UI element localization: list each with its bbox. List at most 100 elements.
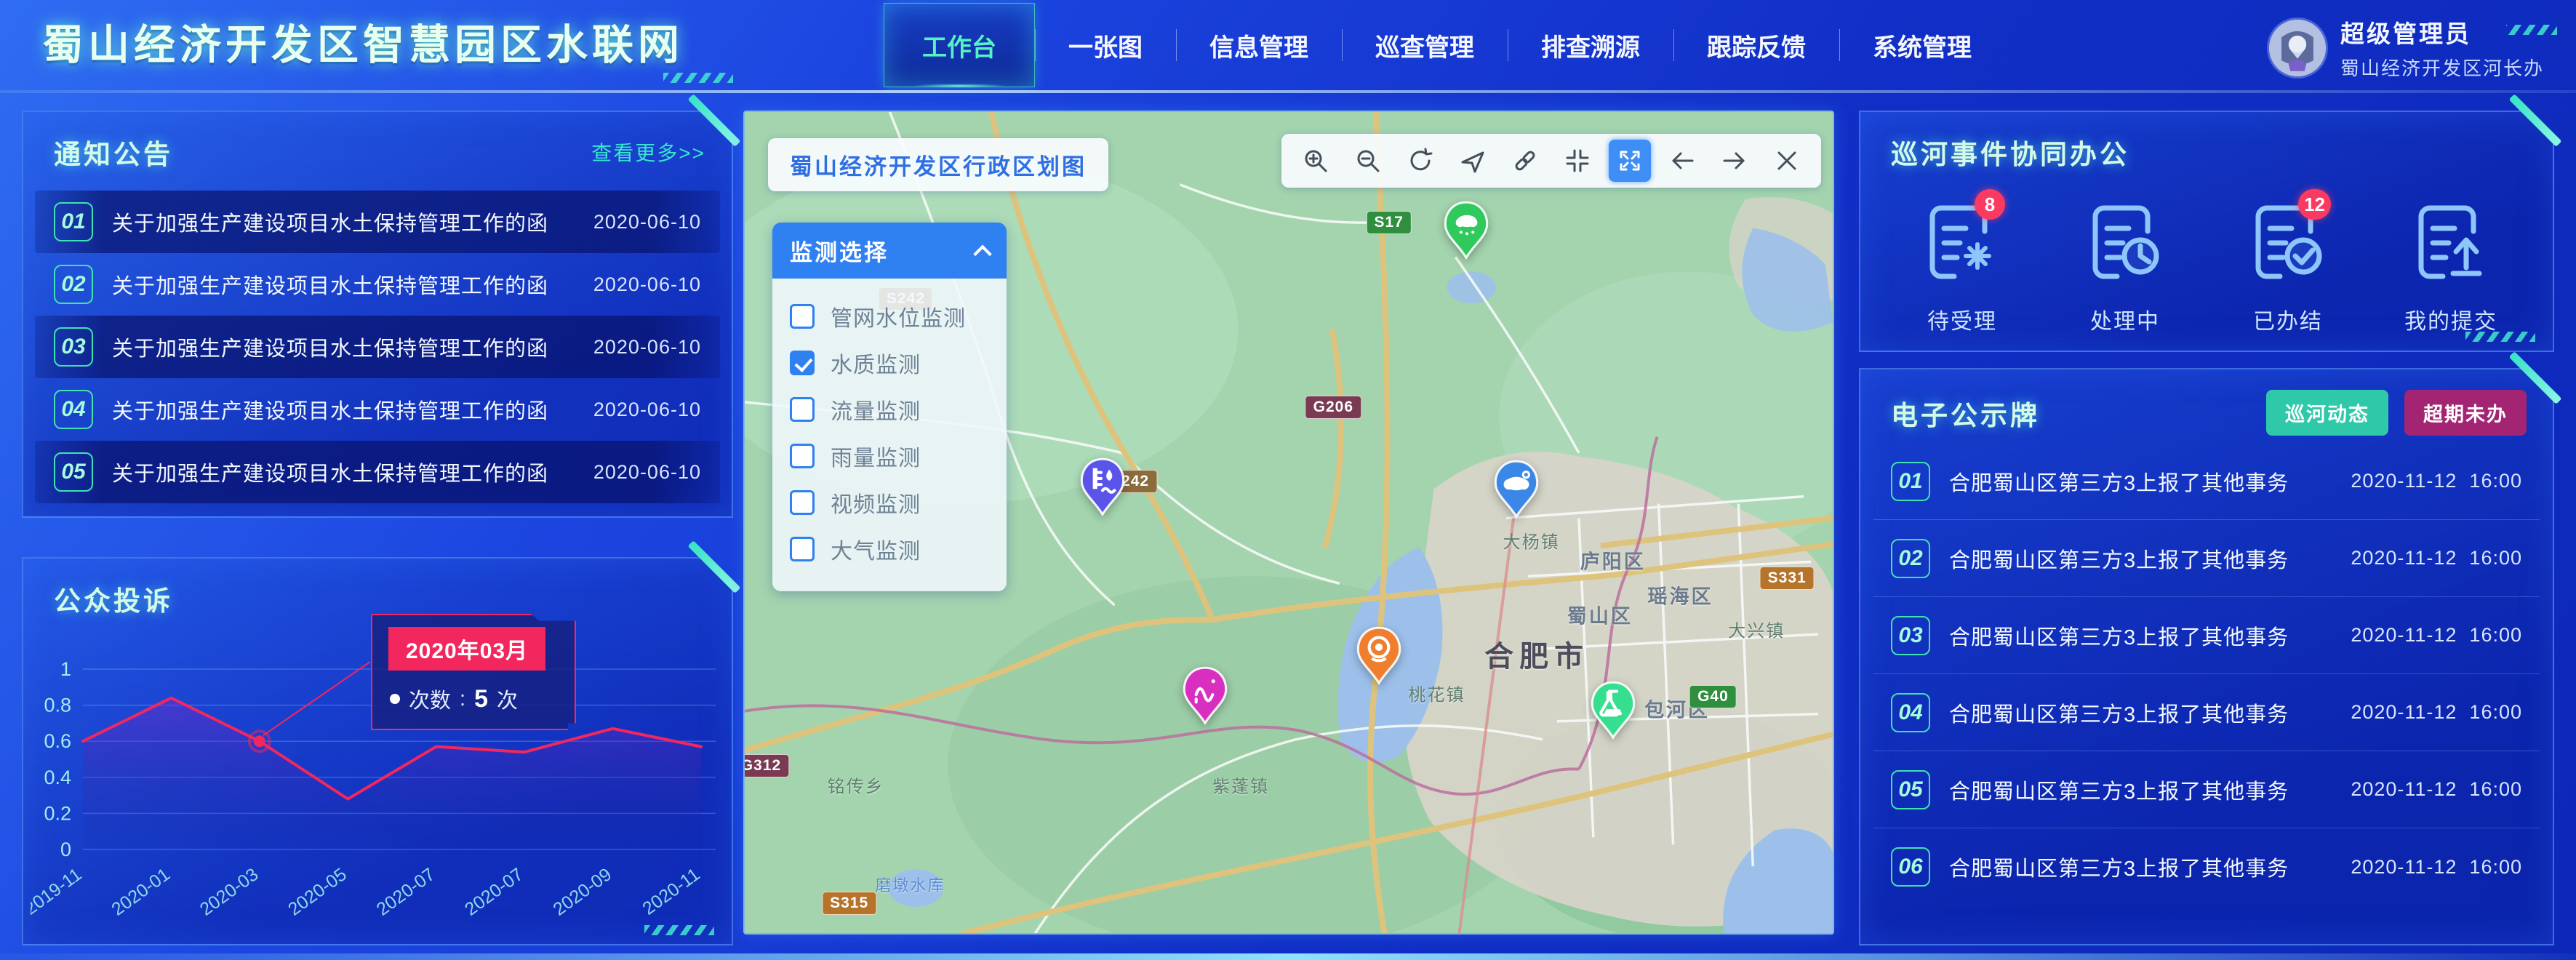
map-label: 磨墩水库 <box>875 873 945 896</box>
bulletin-row[interactable]: 06 合肥蜀山区第三方3上报了其他事务 2020-11-12 16:00 <box>1873 828 2540 905</box>
zoom-in-icon <box>1301 146 1330 175</box>
layer-list: 管网水位监测 水质监测 流量监测 雨量监测 视频监测 大气监测 <box>772 279 1007 591</box>
notice-row[interactable]: 05 关于加强生产建设项目水土保持管理工作的函 2020-06-10 <box>35 441 720 503</box>
bulletin-number: 06 <box>1891 847 1930 887</box>
notice-text: 关于加强生产建设项目水土保持管理工作的函 <box>112 457 548 487</box>
notice-row[interactable]: 04 关于加强生产建设项目水土保持管理工作的函 2020-06-10 <box>35 378 720 441</box>
notice-date: 2020-06-10 <box>593 461 701 484</box>
link-button[interactable] <box>1504 140 1546 182</box>
view-more-link[interactable]: 查看更多>> <box>591 137 705 167</box>
nav-tab-1[interactable]: 工作台 <box>884 3 1035 87</box>
tooltip-title: 2020年03月 <box>388 627 545 671</box>
compress-button[interactable] <box>1556 140 1599 182</box>
map-label: 大兴镇 <box>1728 617 1785 642</box>
zoom-out-icon <box>1353 146 1383 175</box>
svg-text:1: 1 <box>60 658 71 680</box>
event-shortcut-3[interactable]: 12 已办结 <box>2226 199 2350 335</box>
event-shortcut-4[interactable]: 我的提交 <box>2389 199 2513 335</box>
layer-label: 视频监测 <box>831 487 921 519</box>
doc-submit-icon <box>2408 199 2494 285</box>
layer-option[interactable]: 管网水位监测 <box>790 293 989 340</box>
layer-option[interactable]: 视频监测 <box>790 479 989 526</box>
notice-row[interactable]: 01 关于加强生产建设项目水土保持管理工作的函 2020-06-10 <box>35 191 720 253</box>
layer-option[interactable]: 流量监测 <box>790 386 989 433</box>
notice-number: 03 <box>54 327 93 367</box>
expand-button[interactable] <box>1609 140 1651 182</box>
nav-tab-4[interactable]: 巡查管理 <box>1342 0 1508 90</box>
checkbox-checked[interactable] <box>790 351 815 375</box>
rain-marker[interactable] <box>1442 201 1490 265</box>
checkbox[interactable] <box>790 444 815 468</box>
arrow-right-button[interactable] <box>1713 140 1756 182</box>
bulletin-text: 合肥蜀山区第三方3上报了其他事务 <box>1949 697 2289 728</box>
checkbox[interactable] <box>790 490 815 515</box>
bulletin-row[interactable]: 05 合肥蜀山区第三方3上报了其他事务 2020-11-12 16:00 <box>1873 751 2540 828</box>
nav-tab-7[interactable]: 系统管理 <box>1839 0 2005 90</box>
checkbox[interactable] <box>790 304 815 329</box>
bulletin-row[interactable]: 01 合肥蜀山区第三方3上报了其他事务 2020-11-12 16:00 <box>1873 443 2540 520</box>
bulletin-text: 合肥蜀山区第三方3上报了其他事务 <box>1949 852 2289 882</box>
app-title: 蜀山经济开发区智慧园区水联网 <box>42 0 684 90</box>
nav-tab-3[interactable]: 信息管理 <box>1176 0 1342 90</box>
video-marker[interactable] <box>1355 626 1403 689</box>
decor-hatch <box>2465 332 2535 342</box>
patrol-dynamics-button[interactable]: 巡河动态 <box>2266 390 2388 436</box>
map-label: 大杨镇 <box>1503 528 1560 553</box>
bulletin-panel: 电子公示牌 巡河动态超期未办 01 合肥蜀山区第三方3上报了其他事务 2020-… <box>1859 368 2554 945</box>
zoom-out-button[interactable] <box>1347 140 1389 182</box>
atmosphere-marker[interactable] <box>1492 460 1540 523</box>
overdue-button[interactable]: 超期未办 <box>2404 390 2527 436</box>
bulletin-row[interactable]: 03 合肥蜀山区第三方3上报了其他事务 2020-11-12 16:00 <box>1873 597 2540 674</box>
road-badge: S315 <box>822 892 876 915</box>
layer-label: 雨量监测 <box>831 440 921 472</box>
refresh-button[interactable] <box>1399 140 1441 182</box>
map-panel[interactable]: 合肥市庐阳区瑶海区蜀山区包河区大杨镇桃花镇紫蓬镇铭传乡大兴镇磨墩水库 S242S… <box>743 111 1834 935</box>
bulletin-row[interactable]: 02 合肥蜀山区第三方3上报了其他事务 2020-11-12 16:00 <box>1873 520 2540 597</box>
navigate-button[interactable] <box>1452 140 1494 182</box>
layer-option[interactable]: 水质监测 <box>790 340 989 386</box>
event-label: 我的提交 <box>2389 303 2513 335</box>
nav-tab-6[interactable]: 跟踪反馈 <box>1673 0 1839 90</box>
bulletin-text: 合肥蜀山区第三方3上报了其他事务 <box>1949 543 2289 574</box>
event-shortcuts: 8 待受理 处理中 12 已办结 我的提交 <box>1859 199 2554 335</box>
svg-text:2019-11: 2019-11 <box>31 864 86 919</box>
map-label: 庐阳区 <box>1580 546 1646 575</box>
road-badge: G312 <box>743 754 789 777</box>
event-shortcut-1[interactable]: 8 待受理 <box>1900 199 2024 335</box>
map-label: 紫蓬镇 <box>1212 772 1269 797</box>
arrow-left-button[interactable] <box>1661 140 1703 182</box>
checkbox[interactable] <box>790 537 815 561</box>
user-info[interactable]: 超级管理员 蜀山经济开发区河长办 <box>2269 15 2544 81</box>
notice-row[interactable]: 02 关于加强生产建设项目水土保持管理工作的函 2020-06-10 <box>35 253 720 316</box>
checkbox[interactable] <box>790 397 815 422</box>
user-org: 蜀山经济开发区河长办 <box>2340 54 2544 81</box>
layer-label: 流量监测 <box>831 393 921 425</box>
bulletin-row[interactable]: 04 合肥蜀山区第三方3上报了其他事务 2020-11-12 16:00 <box>1873 674 2540 751</box>
bottom-glow <box>0 953 2576 960</box>
map-label: 铭传乡 <box>828 772 884 797</box>
notice-number: 02 <box>54 265 93 304</box>
bulletin-number: 04 <box>1891 693 1930 732</box>
layer-option[interactable]: 大气监测 <box>790 526 989 572</box>
event-label: 处理中 <box>2063 303 2187 335</box>
water-level-marker[interactable] <box>1079 457 1127 521</box>
complaints-panel: 公众投诉 00.20.40.60.812019-112020-012020-03… <box>22 557 733 945</box>
nav-tab-2[interactable]: 一张图 <box>1035 0 1176 90</box>
layer-panel-header[interactable]: 监测选择 <box>772 223 1007 279</box>
flow-marker[interactable] <box>1181 667 1229 730</box>
notice-number: 05 <box>54 452 93 492</box>
tooltip-dot <box>390 694 400 704</box>
svg-text:0.6: 0.6 <box>44 730 71 752</box>
tooltip-label: 次数 <box>409 684 451 714</box>
chevron-up-icon[interactable] <box>973 244 991 263</box>
event-shortcut-2[interactable]: 处理中 <box>2063 199 2187 335</box>
nav-tab-5[interactable]: 排查溯源 <box>1508 0 1673 90</box>
quality-marker[interactable] <box>1589 681 1637 744</box>
close-button[interactable] <box>1766 140 1808 182</box>
notice-row[interactable]: 03 关于加强生产建设项目水土保持管理工作的函 2020-06-10 <box>35 316 720 378</box>
layer-option[interactable]: 雨量监测 <box>790 433 989 479</box>
zoom-in-button[interactable] <box>1295 140 1337 182</box>
svg-text:0: 0 <box>60 839 71 860</box>
link-icon <box>1511 146 1540 175</box>
svg-text:2020-03: 2020-03 <box>196 864 263 920</box>
